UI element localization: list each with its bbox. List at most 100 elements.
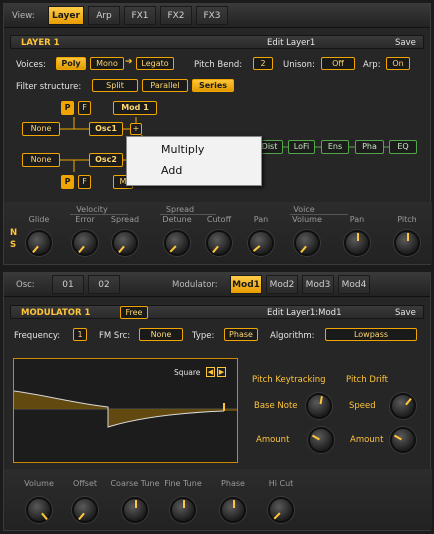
tab-osc-02[interactable]: 02 — [88, 275, 120, 294]
arp-value[interactable]: On — [386, 57, 410, 70]
mod1-node[interactable]: Mod 1 — [113, 101, 157, 115]
filter-parallel-button[interactable]: Parallel — [142, 79, 188, 92]
pitch-bend-label: Pitch Bend: — [194, 60, 243, 70]
osc1-p-button[interactable]: P — [61, 101, 74, 115]
combine-plus-button[interactable]: + — [130, 123, 142, 135]
osc1-mod-source[interactable]: None — [22, 122, 60, 136]
hi-cut-knob-indicator — [273, 512, 281, 520]
side-n-label[interactable]: N — [10, 228, 17, 238]
voices-legato-button[interactable]: Legato — [136, 57, 174, 70]
pitch-amount-knob[interactable] — [308, 427, 334, 453]
top-tab-bar: View: Layer Arp FX1 FX2 FX3 — [4, 4, 430, 28]
osc2-f-button[interactable]: F — [78, 175, 91, 189]
algorithm-value[interactable]: Lowpass — [325, 328, 417, 341]
osc1-node[interactable]: Osc1 — [89, 122, 123, 136]
tab-mod1[interactable]: Mod1 — [230, 275, 262, 294]
layer-panel: View: Layer Arp FX1 FX2 FX3 LAYER 1 Edit… — [3, 3, 432, 265]
menu-item-add[interactable]: Add — [161, 164, 182, 177]
drift-speed-knob[interactable] — [390, 393, 416, 419]
osc2-p-button[interactable]: P — [61, 175, 74, 189]
spread-pan-knob-indicator — [252, 245, 261, 252]
group-voice-label: Voice — [293, 205, 315, 214]
spread-detune-knob[interactable] — [164, 230, 190, 256]
free-button[interactable]: Free — [120, 306, 148, 319]
voices-mono-button[interactable]: Mono — [90, 57, 124, 70]
filter-series-button[interactable]: Series — [192, 79, 234, 92]
context-menu: Multiply Add — [126, 136, 262, 186]
pitch-knob[interactable] — [394, 230, 420, 256]
fine-tune-knob-indicator — [183, 500, 185, 508]
tab-mod2[interactable]: Mod2 — [266, 275, 298, 294]
type-value[interactable]: Phase — [224, 328, 258, 341]
amount1-label: Amount — [256, 435, 290, 445]
spread-pan-knob[interactable] — [248, 230, 274, 256]
fine-tune-knob[interactable] — [170, 497, 196, 523]
tab-arp[interactable]: Arp — [88, 6, 120, 25]
filter-split-button[interactable]: Split — [92, 79, 138, 92]
view-label: View: — [12, 11, 35, 21]
velocity-spread-knob-indicator — [118, 245, 125, 254]
offset-knob-indicator — [78, 512, 85, 521]
fx-ens-node[interactable]: Ens — [321, 140, 349, 154]
fm-src-label: FM Src: — [99, 331, 131, 341]
osc2-node[interactable]: Osc2 — [89, 153, 123, 167]
group-spread-label: Spread — [165, 205, 195, 214]
drift-amount-knob[interactable] — [390, 427, 416, 453]
glide-knob[interactable] — [26, 230, 52, 256]
modulator-label: Modulator: — [172, 280, 218, 290]
volume-knob-indicator — [41, 512, 48, 521]
layer-title: LAYER 1 — [21, 38, 60, 48]
tab-fx3[interactable]: FX3 — [196, 6, 228, 25]
side-s-label[interactable]: S — [10, 240, 16, 250]
edit-layer-label: Edit Layer1 — [267, 38, 316, 48]
spread-cutoff-knob[interactable] — [206, 230, 232, 256]
waveform-graph — [14, 390, 237, 428]
hi-cut-knob-label: Hi Cut — [268, 479, 294, 488]
fm-src-value[interactable]: None — [139, 328, 183, 341]
unison-value[interactable]: Off — [321, 57, 355, 70]
velocity-spread-knob-label: Spread — [110, 215, 140, 224]
hi-cut-knob[interactable] — [268, 497, 294, 523]
unison-label: Unison: — [283, 60, 315, 70]
osc1-f-button[interactable]: F — [78, 101, 91, 115]
speed-label: Speed — [349, 401, 376, 411]
group-velocity-label: Velocity — [76, 205, 108, 214]
modulator-title-bar: MODULATOR 1 Edit Layer1:Mod1 Save — [10, 305, 424, 319]
fx-eq-node[interactable]: EQ — [389, 140, 417, 154]
wave-next-icon[interactable]: ▶ — [217, 367, 226, 377]
base-note-knob[interactable] — [306, 393, 332, 419]
tab-fx1[interactable]: FX1 — [124, 6, 156, 25]
phase-knob[interactable] — [220, 497, 246, 523]
voice-volume-knob[interactable] — [294, 230, 320, 256]
tab-mod4[interactable]: Mod4 — [338, 275, 370, 294]
amount2-label: Amount — [350, 435, 384, 445]
osc2-mod-source[interactable]: None — [22, 153, 60, 167]
tab-fx2[interactable]: FX2 — [160, 6, 192, 25]
save-button[interactable]: Save — [395, 36, 416, 50]
tab-layer[interactable]: Layer — [48, 6, 84, 25]
waveform-display: Square ◀ ▶ — [13, 358, 238, 463]
coarse-tune-knob[interactable] — [122, 497, 148, 523]
velocity-error-knob-indicator — [78, 245, 85, 254]
volume-knob[interactable] — [26, 497, 52, 523]
drift-amount-knob-indicator — [393, 434, 402, 441]
voices-label: Voices: — [16, 60, 46, 70]
offset-knob[interactable] — [72, 497, 98, 523]
menu-item-multiply[interactable]: Multiply — [161, 143, 204, 156]
mod-save-button[interactable]: Save — [395, 306, 416, 320]
fx-pha-node[interactable]: Pha — [355, 140, 384, 154]
arrow-right-icon: ➔ — [125, 57, 133, 67]
voices-poly-button[interactable]: Poly — [56, 57, 86, 70]
base-note-knob-indicator — [319, 395, 323, 405]
voice-pan-knob[interactable] — [344, 230, 370, 256]
velocity-error-knob[interactable] — [72, 230, 98, 256]
pitch-bend-value[interactable]: 2 — [253, 57, 273, 70]
waveform-name: Square — [174, 368, 201, 377]
wave-prev-icon[interactable]: ◀ — [206, 367, 215, 377]
glide-knob-indicator — [32, 245, 39, 254]
tab-osc-01[interactable]: 01 — [52, 275, 84, 294]
frequency-value[interactable]: 1 — [73, 328, 87, 341]
fx-lofi-node[interactable]: LoFi — [288, 140, 315, 154]
tab-mod3[interactable]: Mod3 — [302, 275, 334, 294]
velocity-spread-knob[interactable] — [112, 230, 138, 256]
